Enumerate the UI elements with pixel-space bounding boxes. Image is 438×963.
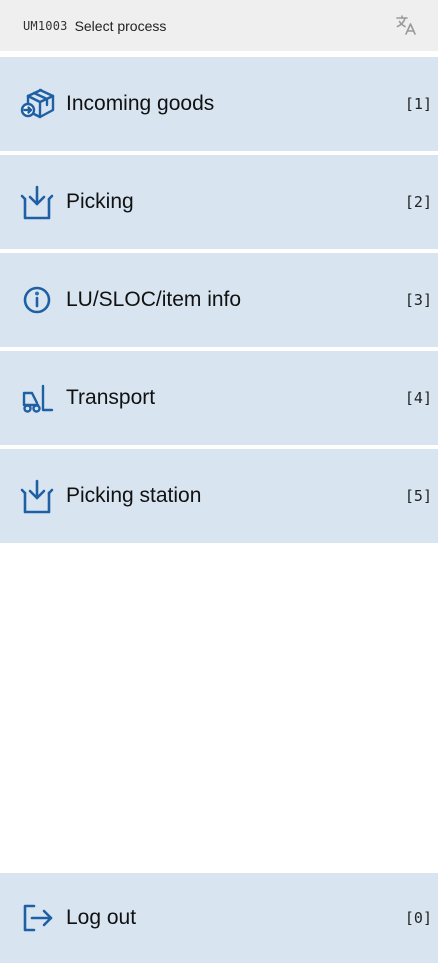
package-incoming-icon (20, 87, 56, 123)
logout-icon (20, 901, 56, 937)
logout-button[interactable]: Log out [0] (0, 873, 438, 963)
forklift-icon (20, 381, 56, 417)
menu-item-label: Incoming goods (66, 92, 215, 115)
app-root: UM1003 Select process Incoming goods [1]… (0, 0, 438, 963)
menu-item-lu-sloc-item-info[interactable]: LU/SLOC/item info [3] (0, 253, 438, 347)
shortcut-key: [3] (404, 291, 432, 309)
menu-item-label: Picking (66, 190, 134, 213)
menu-item-label: LU/SLOC/item info (66, 288, 242, 311)
picking-icon (20, 479, 56, 515)
shortcut-key: [4] (404, 389, 432, 407)
header-bar: UM1003 Select process (0, 0, 438, 51)
process-menu: Incoming goods [1] Picking [2] LU/SLOC/i… (0, 57, 438, 547)
logout-label: Log out (66, 906, 137, 929)
menu-item-label: Picking station (66, 484, 202, 507)
translate-icon[interactable] (394, 13, 418, 37)
shortcut-key: [0] (404, 909, 432, 927)
picking-icon (20, 185, 56, 221)
menu-item-transport[interactable]: Transport [4] (0, 351, 438, 445)
menu-item-picking[interactable]: Picking [2] (0, 155, 438, 249)
page-title: Select process (74, 17, 167, 34)
info-icon (20, 283, 56, 319)
shortcut-key: [2] (404, 193, 432, 211)
menu-item-incoming-goods[interactable]: Incoming goods [1] (0, 57, 438, 151)
screen-code: UM1003 (23, 18, 68, 33)
shortcut-key: [1] (404, 95, 432, 113)
menu-item-label: Transport (66, 386, 156, 409)
menu-item-picking-station[interactable]: Picking station [5] (0, 449, 438, 543)
shortcut-key: [5] (404, 487, 432, 505)
